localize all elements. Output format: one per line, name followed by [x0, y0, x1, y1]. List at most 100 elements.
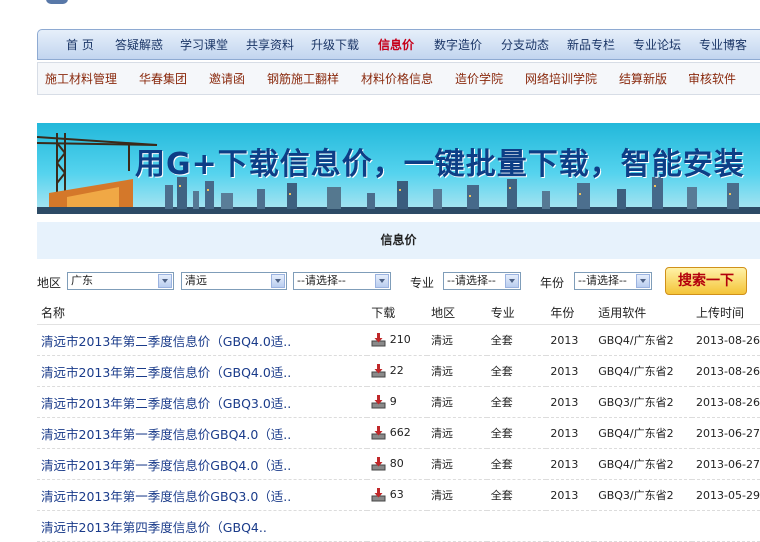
subnav-item[interactable]: 华春集团: [139, 63, 187, 95]
row-region: 清远: [427, 417, 487, 449]
row-software: GBQ4/广东省2: [594, 417, 693, 449]
subnav-item[interactable]: 施工材料管理: [45, 63, 117, 95]
nav-item-classroom[interactable]: 学习课堂: [180, 30, 228, 61]
row-specialty: 全套: [486, 324, 547, 356]
nav-item-blog[interactable]: 专业博客: [699, 30, 747, 61]
row-date: 2013-08-26: [692, 324, 760, 356]
promo-banner[interactable]: 用G+下载信息价，一键批量下载，智能安装: [37, 123, 760, 214]
download-tray-icon[interactable]: [371, 395, 386, 409]
download-count: 63: [389, 488, 404, 501]
table-row[interactable]: 清远市2013年第一季度信息价GBQ3.0（适.. 63 清远 全套 2013 GBQ3…: [37, 479, 760, 511]
row-software: GBQ4/广东省2: [594, 324, 693, 356]
nav-item-home[interactable]: 首 页: [66, 30, 94, 61]
row-name-link[interactable]: 清远市2013年第一季度信息价GBQ3.0（适..: [37, 479, 368, 511]
subnav-item[interactable]: 钢筋施工翻样: [267, 63, 339, 95]
row-downloads: 662: [367, 417, 428, 449]
city-select[interactable]: 清远: [181, 272, 287, 290]
logo-fragment-icon: [46, 0, 68, 4]
row-specialty: 全套: [486, 448, 547, 480]
region-label: 地区: [37, 276, 62, 290]
download-count: 210: [389, 333, 411, 346]
row-software: [594, 510, 693, 542]
table-row[interactable]: 清远市2013年第二季度信息价（GBQ3.0适.. 9 清远 全套 2013 GBQ3/…: [37, 386, 760, 418]
row-specialty: [486, 510, 547, 542]
row-software: GBQ4/广东省2: [594, 448, 693, 480]
row-downloads: 9: [367, 386, 428, 418]
row-name-link[interactable]: 清远市2013年第二季度信息价（GBQ4.0适..: [37, 324, 368, 356]
table-row[interactable]: 清远市2013年第二季度信息价（GBQ4.0适.. 210 清远 全套 2013 GBQ…: [37, 324, 760, 356]
row-specialty: 全套: [486, 386, 547, 418]
download-count: 662: [389, 426, 411, 439]
year-select[interactable]: --请选择--: [574, 272, 652, 290]
chevron-down-icon: [636, 274, 650, 288]
row-software: GBQ3/广东省2: [594, 479, 693, 511]
district-select[interactable]: --请选择--: [293, 272, 391, 290]
download-tray-icon[interactable]: [371, 364, 386, 378]
price-info-table: 名称 下载 地区 专业 年份 适用软件 上传时间 清远市2013年第二季度信息价…: [37, 300, 760, 542]
chevron-down-icon: [505, 274, 519, 288]
nav-item-price-info[interactable]: 信息价: [378, 30, 414, 61]
search-button[interactable]: 搜索一下: [665, 267, 747, 295]
table-row[interactable]: 清远市2013年第一季度信息价GBQ4.0（适.. 80 清远 全套 2013 GBQ4…: [37, 448, 760, 480]
col-header-name: 名称: [37, 300, 368, 325]
subnav-item[interactable]: 材料价格信息: [361, 63, 433, 95]
nav-item-new[interactable]: 新品专栏: [567, 30, 615, 61]
row-year: [546, 510, 595, 542]
row-downloads: 63: [367, 479, 428, 511]
col-header-software: 适用软件: [594, 300, 693, 325]
row-downloads: 210: [367, 324, 428, 356]
banner-headline: 用G+下载信息价，一键批量下载，智能安装: [135, 147, 745, 182]
row-year: 2013: [546, 448, 595, 480]
specialty-value: --请选择--: [447, 274, 496, 287]
year-value: --请选择--: [578, 274, 627, 287]
row-downloads: 80: [367, 448, 428, 480]
row-year: 2013: [546, 417, 595, 449]
row-date: 2013-06-27: [692, 448, 760, 480]
row-software: GBQ4/广东省2: [594, 355, 693, 387]
nav-item-digital[interactable]: 数字造价: [434, 30, 482, 61]
col-header-date: 上传时间: [692, 300, 760, 325]
sub-nav: 施工材料管理 华春集团 邀请函 钢筋施工翻样 材料价格信息 造价学院 网络培训学…: [37, 62, 760, 95]
row-downloads: 22: [367, 355, 428, 387]
download-tray-icon[interactable]: [371, 488, 386, 502]
subnav-item[interactable]: 结算新版: [619, 63, 667, 95]
row-downloads: [367, 510, 428, 542]
subnav-item[interactable]: 审核软件: [688, 63, 736, 95]
subnav-item[interactable]: 造价学院: [455, 63, 503, 95]
download-tray-icon[interactable]: [371, 457, 386, 471]
specialty-select[interactable]: --请选择--: [443, 272, 521, 290]
row-name-link[interactable]: 清远市2013年第二季度信息价（GBQ3.0适..: [37, 386, 368, 418]
chevron-down-icon: [375, 274, 389, 288]
download-tray-icon[interactable]: [371, 333, 386, 347]
nav-item-forum[interactable]: 专业论坛: [633, 30, 681, 61]
section-header: 信息价: [37, 222, 760, 259]
row-specialty: 全套: [486, 479, 547, 511]
col-header-year: 年份: [546, 300, 595, 325]
year-label: 年份: [540, 276, 565, 290]
province-select[interactable]: 广东: [67, 272, 174, 290]
table-row[interactable]: 清远市2013年第一季度信息价GBQ4.0（适.. 662 清远 全套 2013 GBQ…: [37, 417, 760, 449]
table-row[interactable]: 清远市2013年第四季度信息价（GBQ4..: [37, 510, 760, 542]
nav-item-download[interactable]: 升级下载: [311, 30, 359, 61]
table-row[interactable]: 清远市2013年第二季度信息价（GBQ4.0适.. 22 清远 全套 2013 GBQ4…: [37, 355, 760, 387]
row-date: [692, 510, 760, 542]
subnav-item[interactable]: 网络培训学院: [525, 63, 597, 95]
row-name-link[interactable]: 清远市2013年第四季度信息价（GBQ4..: [37, 510, 368, 542]
row-region: 清远: [427, 479, 487, 511]
row-name-link[interactable]: 清远市2013年第二季度信息价（GBQ4.0适..: [37, 355, 368, 387]
nav-item-branch[interactable]: 分支动态: [501, 30, 549, 61]
subnav-item[interactable]: 邀请函: [209, 63, 245, 95]
row-software: GBQ3/广东省2: [594, 386, 693, 418]
top-strip: [0, 0, 760, 28]
row-year: 2013: [546, 324, 595, 356]
nav-item-qa[interactable]: 答疑解惑: [115, 30, 163, 61]
download-tray-icon[interactable]: [371, 426, 386, 440]
row-date: 2013-06-27: [692, 417, 760, 449]
row-region: [427, 510, 487, 542]
row-name-link[interactable]: 清远市2013年第一季度信息价GBQ4.0（适..: [37, 448, 368, 480]
row-name-link[interactable]: 清远市2013年第一季度信息价GBQ4.0（适..: [37, 417, 368, 449]
main-nav: 首 页 答疑解惑 学习课堂 共享资料 升级下载 信息价 数字造价 分支动态 新品…: [37, 29, 760, 60]
table-header-row: 名称 下载 地区 专业 年份 适用软件 上传时间: [37, 300, 760, 325]
nav-item-shared[interactable]: 共享资料: [246, 30, 294, 61]
district-value: --请选择--: [297, 274, 346, 287]
